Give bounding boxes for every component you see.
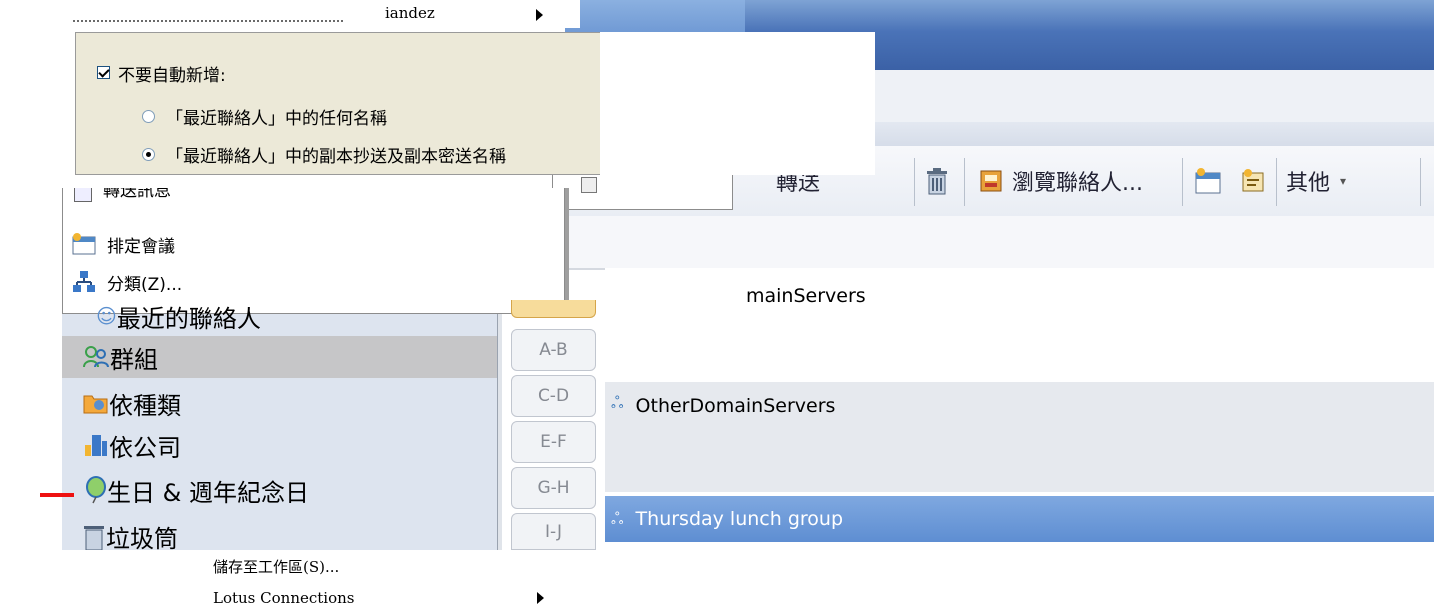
group-people-icon: [83, 346, 109, 368]
address-book-icon: [980, 170, 1002, 192]
nav-label: 生日 & 週年紀念日: [107, 478, 309, 507]
nav-label: 最近的聯絡人: [116, 304, 261, 333]
nav-label: 垃圾筒: [106, 525, 178, 550]
menu-item-label: 分類(Z)...: [107, 274, 183, 295]
alpha-index-e-f[interactable]: E-F: [511, 421, 596, 463]
calendar-icon: [72, 233, 96, 255]
options-panel-blank: [600, 32, 875, 175]
trash-icon: [84, 526, 104, 550]
message-icon: [74, 188, 92, 202]
nav-item-by-category[interactable]: 依種類: [62, 382, 497, 424]
recent-contacts-icon: ☺: [96, 304, 117, 328]
browse-contacts-label: 瀏覽聯絡人...: [1012, 171, 1143, 196]
alpha-index-i-j[interactable]: I-J: [511, 513, 596, 550]
group-name: OtherDomainServers: [635, 395, 836, 417]
nav-item-trash[interactable]: 垃圾筒: [62, 514, 497, 550]
delete-button[interactable]: [924, 163, 950, 199]
contacts-navigation-pane: ☺ 最近的聯絡人 群組 依種類 依公司 生日 & 週年紀念日 垃圾筒: [62, 304, 499, 550]
menu-item-forward[interactable]: 轉送訊息: [63, 188, 564, 208]
nav-label: 依種類: [109, 391, 181, 420]
toolbar-separator: [964, 158, 965, 206]
context-menu: 轉送訊息 排定會議 分類(Z)...: [62, 188, 565, 314]
browse-contacts-button[interactable]: 瀏覽聯絡人...: [978, 163, 1143, 199]
menu-item-contact[interactable]: iandez: [385, 4, 435, 22]
new-meeting-button[interactable]: [1194, 163, 1222, 199]
radio-cc-bcc-recent[interactable]: [142, 148, 155, 161]
do-not-auto-add-checkbox[interactable]: [97, 66, 110, 79]
nav-label: 群組: [110, 345, 158, 374]
nav-item-groups[interactable]: 群組: [62, 336, 497, 378]
list-item[interactable]: ஃ OtherDomainServers: [605, 382, 1434, 492]
submenu-arrow-icon: [537, 592, 544, 604]
more-label: 其他: [1286, 171, 1331, 196]
toolbar-separator: [1182, 158, 1183, 206]
alpha-index-c-d[interactable]: C-D: [511, 375, 596, 417]
menu-item-save-to-workspace[interactable]: 儲存至工作區(S)...: [213, 556, 339, 577]
folder-contacts-icon: [83, 395, 108, 414]
hierarchy-icon: [73, 271, 95, 292]
nav-label: 依公司: [109, 433, 181, 462]
annotation-line: [40, 493, 74, 497]
calendar-icon: [1195, 168, 1221, 194]
menu-item-label: 排定會議: [107, 236, 175, 257]
radio-any-recent-label: 「最近聯絡人」中的任何名稱: [166, 109, 387, 129]
group-name: mainServers: [746, 285, 866, 307]
alpha-index-g-h[interactable]: G-H: [511, 467, 596, 509]
more-actions-button[interactable]: 其他 ▾: [1286, 163, 1346, 199]
radio-cc-bcc-recent-label: 「最近聯絡人」中的副本抄送及副本密送名稱: [166, 147, 506, 167]
alpha-index-selected[interactable]: [511, 300, 596, 318]
toolbar-separator: [1276, 158, 1277, 206]
toolbar-separator: [1420, 158, 1421, 206]
chevron-down-icon: ▾: [1340, 174, 1347, 188]
toolbar-separator: [914, 158, 915, 206]
bottom-menu-fragment: 儲存至工作區(S)... Lotus Connections: [160, 550, 580, 615]
view-header-bar: [565, 216, 1434, 270]
group-icon: ஃ: [611, 508, 624, 528]
menu-divider: [73, 20, 343, 22]
alpha-index-a-b[interactable]: A-B: [511, 329, 596, 371]
submenu-arrow-icon: [536, 9, 543, 21]
contact-card-icon: [1242, 169, 1264, 192]
checkbox-icon: [581, 177, 597, 193]
balloon-icon: [86, 476, 106, 504]
do-not-auto-add-label: 不要自動新增:: [118, 66, 226, 86]
dropdown-fragment: [552, 175, 733, 210]
building-icon: [85, 435, 107, 456]
nav-item-birthdays[interactable]: 生日 & 週年紀念日: [62, 469, 497, 511]
parent-menu-strip: iandez: [0, 0, 580, 28]
nav-item-recent-contacts[interactable]: ☺ 最近的聯絡人: [62, 300, 497, 332]
nav-item-by-company[interactable]: 依公司: [62, 424, 497, 466]
menu-item-categorize[interactable]: 分類(Z)...: [63, 264, 564, 300]
menu-item-label: 轉送訊息: [103, 188, 171, 201]
menu-item-lotus-connections[interactable]: Lotus Connections: [213, 589, 354, 607]
group-name: Thursday lunch group: [635, 508, 844, 530]
menu-shadow: [565, 188, 569, 314]
radio-any-recent[interactable]: [142, 110, 155, 123]
list-item-selected[interactable]: ஃ Thursday lunch group: [605, 496, 1434, 542]
menu-item-schedule-meeting[interactable]: 排定會議: [63, 226, 564, 262]
pane-splitter[interactable]: [497, 314, 502, 550]
trash-icon: [927, 168, 947, 195]
list-item[interactable]: mainServers: [605, 270, 1434, 322]
new-contact-button[interactable]: [1240, 163, 1266, 199]
group-icon: ஃ: [611, 393, 624, 412]
